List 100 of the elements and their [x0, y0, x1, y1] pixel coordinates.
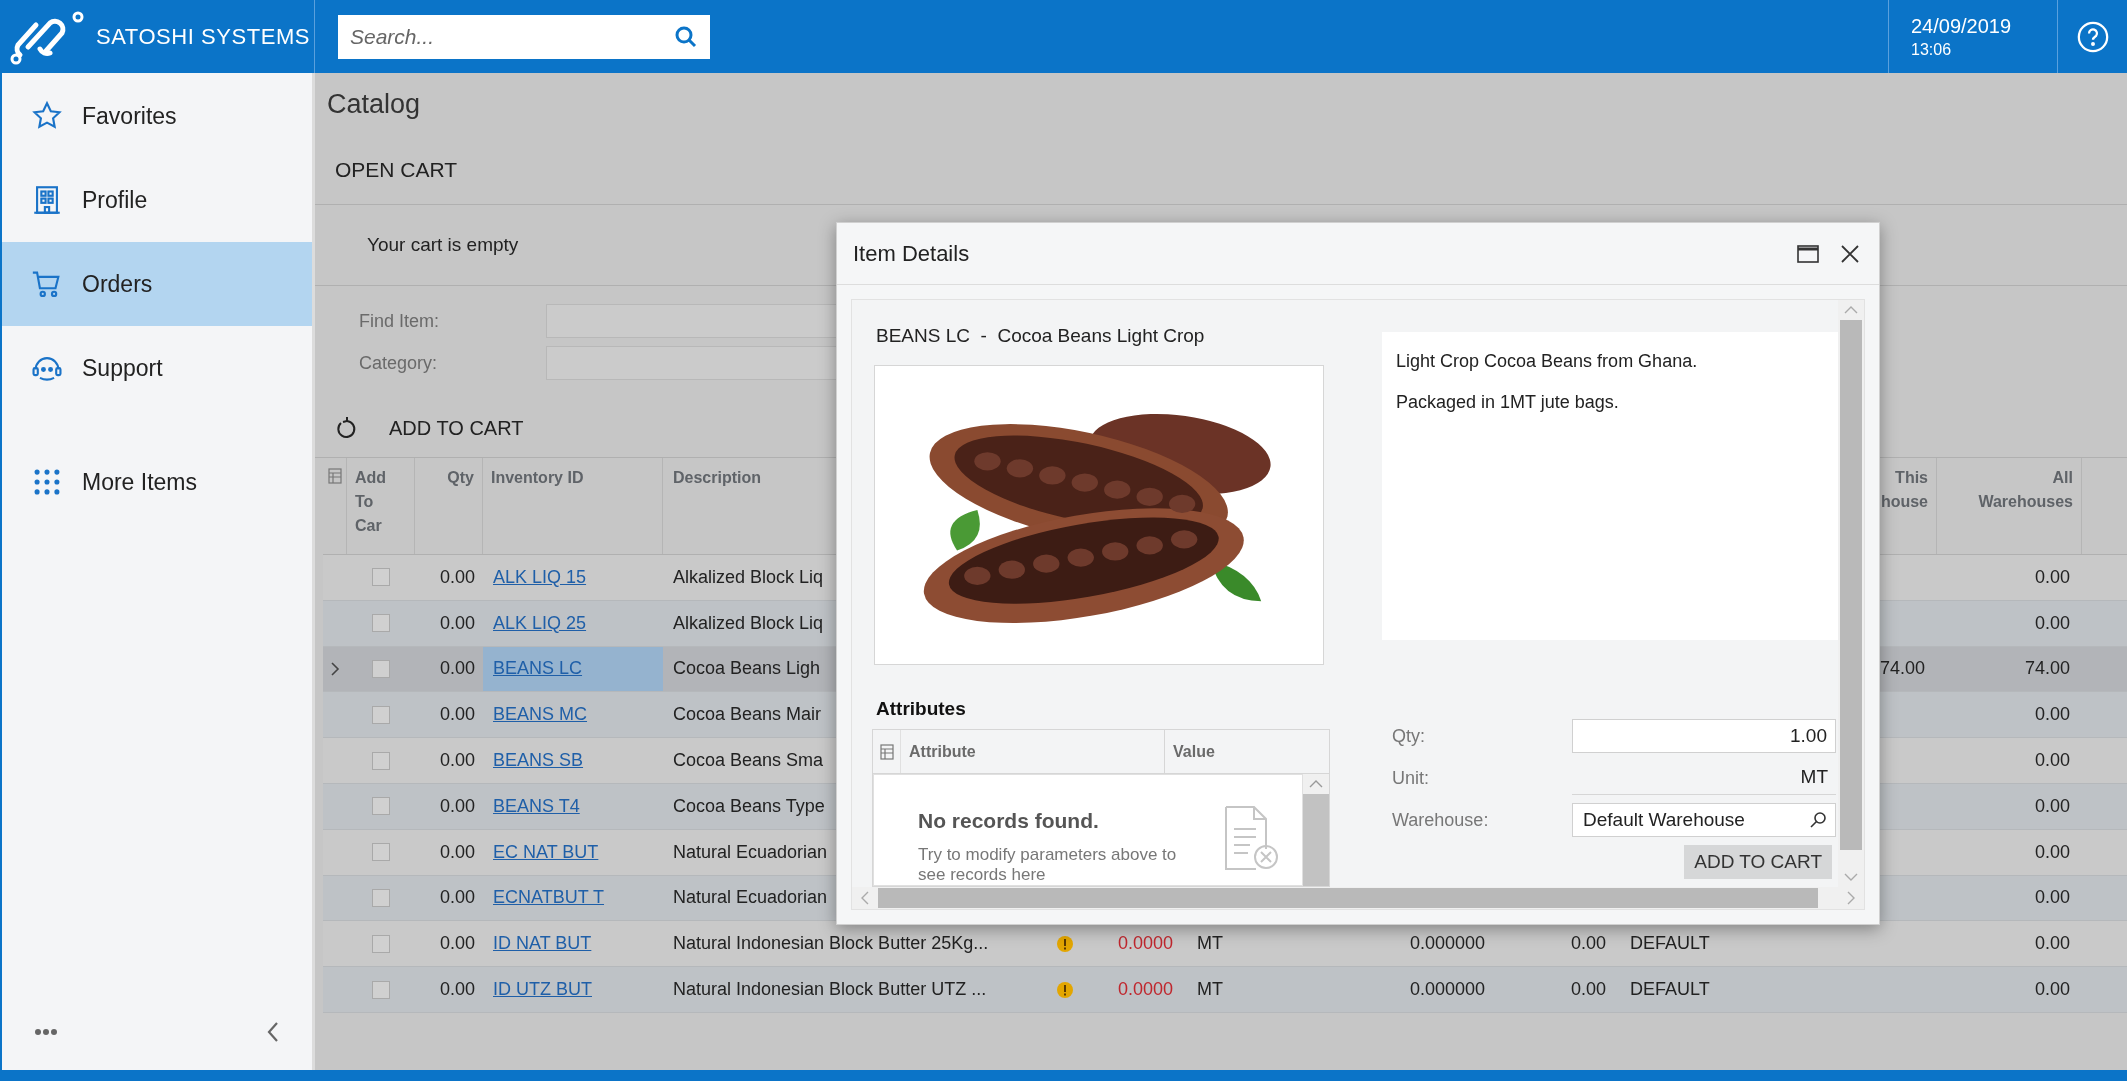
field-label: Warehouse: — [1392, 808, 1490, 832]
add-checkbox[interactable] — [372, 843, 390, 862]
add-checkbox[interactable] — [372, 568, 390, 587]
maximize-icon[interactable] — [1797, 244, 1819, 263]
inventory-link[interactable]: BEANS SB — [493, 747, 584, 775]
table-cell-text: Natural Ecuadorian — [673, 886, 828, 910]
table-cell-text: 0.00 — [439, 611, 475, 635]
inventory-link[interactable]: ALK LIQ 15 — [493, 563, 587, 591]
table-cell-text: 0.0000 — [1117, 978, 1173, 1002]
table-cell-text: 0.000000 — [1409, 932, 1485, 956]
inventory-link[interactable]: BEANS MC — [493, 701, 588, 729]
column-header[interactable]: Value — [1173, 739, 1215, 764]
table-row[interactable]: 0.00 ID UTZ BUT Natural Indonesian Block Butter UTZ ... 0.0000 MT 0.000000 0.00 DEFAULT 0.00 — [323, 967, 2127, 1013]
table-cell-text: 0.0000 — [1117, 932, 1173, 956]
table-cell-text: Cocoa Beans Type — [673, 794, 825, 818]
table-cell-text: 0.00 — [439, 840, 475, 864]
scroll-left-icon[interactable] — [860, 891, 870, 905]
column-header[interactable]: Inventory ID — [491, 469, 584, 486]
inventory-link[interactable]: ID UTZ BUT — [493, 976, 592, 1004]
inventory-link[interactable]: ECNATBUT T — [493, 884, 604, 912]
close-icon[interactable] — [1841, 244, 1859, 263]
vertical-scrollbar[interactable] — [1303, 774, 1329, 886]
table-cell-text: 0.00 — [439, 657, 475, 681]
brand-name: SATOSHI SYSTEMS — [96, 23, 311, 51]
table-cell-text: Cocoa Beans Sma — [673, 749, 824, 773]
sidebar-item[interactable]: Profile — [2, 158, 312, 242]
column-header[interactable]: Description — [673, 469, 761, 486]
sidebar-item[interactable]: Orders — [2, 242, 312, 326]
add-to-cart-button[interactable]: ADD TO CART — [389, 412, 524, 443]
scroll-up-icon[interactable] — [1309, 779, 1323, 789]
table-cell-text: 0.00 — [439, 886, 475, 910]
inventory-link[interactable]: BEANS T4 — [493, 792, 580, 820]
column-header[interactable]: Qty — [447, 469, 474, 486]
inventory-link[interactable]: EC NAT BUT — [493, 838, 599, 866]
add-checkbox[interactable] — [372, 614, 390, 633]
item-description: Light Crop Cocoa Beans from Ghana. — [1396, 350, 1699, 373]
table-cell-text: 0.00 — [2034, 932, 2070, 956]
column-header[interactable]: All Warehouses — [1963, 466, 2073, 514]
table-cell-text: Alkalized Block Liq — [673, 611, 824, 635]
column-header[interactable]: Add To Car — [355, 466, 395, 538]
table-cell-text: 0.00 — [2034, 611, 2070, 635]
warehouse-field[interactable]: Default Warehouse — [1572, 803, 1836, 837]
sidebar-item[interactable]: More Items — [2, 440, 312, 524]
table-cell-text: 0.00 — [1570, 932, 1606, 956]
grid-settings-icon[interactable] — [879, 743, 894, 760]
table-cell-text: Natural Ecuadorian — [673, 840, 828, 864]
sidebar-item[interactable]: Support — [2, 326, 312, 410]
table-cell-text: Natural Indonesian Block Butter 25Kg... — [673, 932, 989, 956]
table-cell-text: Natural Indonesian Block Butter UTZ ... — [673, 978, 987, 1002]
table-cell-text: DEFAULT — [1630, 932, 1710, 956]
add-checkbox[interactable] — [372, 751, 390, 770]
table-cell-text: Alkalized Block Liq — [673, 565, 824, 589]
add-checkbox[interactable] — [372, 797, 390, 816]
horizontal-scrollbar[interactable] — [852, 887, 1864, 909]
inventory-link[interactable]: ID NAT BUT — [493, 930, 592, 958]
add-to-cart-button[interactable]: ADD TO CART — [1684, 845, 1832, 879]
table-cell-text: 0.00 — [439, 978, 475, 1002]
unit-value: MT — [1572, 761, 1836, 795]
more-icon[interactable] — [34, 1028, 58, 1036]
add-checkbox[interactable] — [372, 980, 390, 999]
date-text: 24/09/2019 — [1911, 13, 2013, 39]
grid-settings-icon[interactable] — [327, 468, 342, 484]
add-checkbox[interactable] — [372, 934, 390, 953]
table-cell-text: 0.00 — [439, 703, 475, 727]
dialog-title: Item Details — [853, 240, 970, 268]
search-field[interactable]: Search... — [338, 14, 710, 59]
item-description: Packaged in 1MT jute bags. — [1396, 391, 1620, 414]
help-icon[interactable] — [2075, 19, 2110, 54]
add-checkbox[interactable] — [372, 705, 390, 724]
search-icon[interactable] — [1809, 811, 1827, 829]
table-cell-text: 0.00 — [2034, 703, 2070, 727]
item-heading: BEANS LC - Cocoa Beans Light Crop — [876, 324, 1206, 348]
table-cell-text: 0.00 — [2034, 565, 2070, 589]
inventory-link[interactable]: ALK LIQ 25 — [493, 609, 587, 637]
table-cell-text: 0.000000 — [1409, 978, 1485, 1002]
table-cell-text: DEFAULT — [1630, 978, 1710, 1002]
add-checkbox[interactable] — [372, 660, 390, 678]
table-cell-text: 0.00 — [2034, 978, 2070, 1002]
scroll-up-icon[interactable] — [1844, 305, 1858, 315]
filter-label: Find Item: — [359, 309, 441, 333]
table-cell-text: 74.00 — [2024, 657, 2070, 681]
table-cell-text: 0.00 — [2034, 749, 2070, 773]
add-checkbox[interactable] — [372, 888, 390, 907]
qty-field[interactable]: 1.00 — [1572, 719, 1836, 753]
field-label: Qty: — [1392, 724, 1426, 748]
open-cart-button[interactable]: OPEN CART — [335, 153, 458, 186]
refresh-icon[interactable] — [335, 415, 357, 440]
collapse-icon[interactable] — [266, 1021, 280, 1043]
vertical-scrollbar[interactable] — [1838, 300, 1864, 887]
scroll-right-icon[interactable] — [1846, 891, 1856, 905]
column-header[interactable]: Attribute — [909, 739, 976, 764]
table-cell-text: 0.00 — [439, 565, 475, 589]
scroll-down-icon[interactable] — [1844, 872, 1858, 882]
table-cell-text: MT — [1197, 932, 1223, 956]
attributes-title: Attributes — [876, 696, 967, 721]
sidebar-item[interactable]: Favorites — [2, 74, 312, 158]
empty-title: No records found. — [918, 808, 1100, 834]
table-cell-text: 0.00 — [439, 749, 475, 773]
table-cell-text: 0.00 — [439, 932, 475, 956]
empty-hint: Try to modify parameters above to see records here — [918, 844, 1178, 885]
